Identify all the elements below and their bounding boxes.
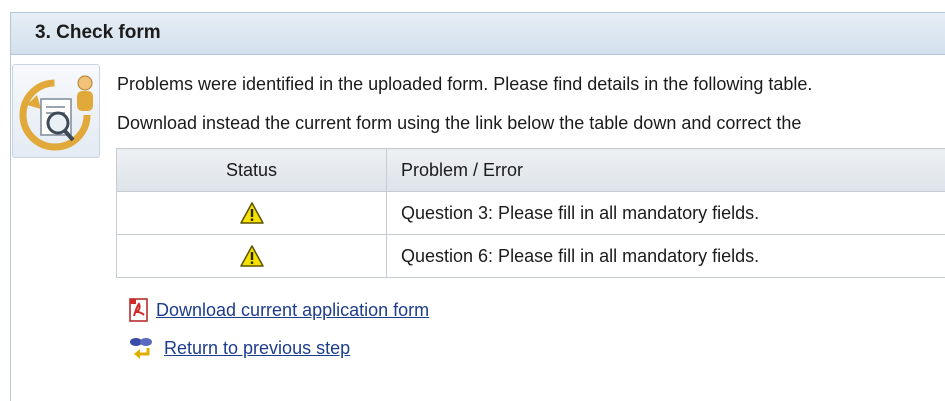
pdf-icon (129, 298, 148, 322)
problems-table: Status Problem / Error Question 3: Pleas… (116, 148, 945, 278)
table-row[interactable]: Question 6: Please fill in all mandatory… (116, 234, 945, 278)
problem-cell: Question 6: Please fill in all mandatory… (386, 234, 945, 278)
panel-title: 3. Check form (11, 13, 945, 55)
message-line-1: Problems were identified in the uploaded… (117, 74, 813, 94)
message-area: Problems were identified in the uploaded… (117, 60, 935, 150)
column-header-status[interactable]: Status (116, 148, 387, 192)
return-link-row: Return to previous step (128, 336, 350, 360)
column-header-problem[interactable]: Problem / Error (386, 148, 945, 192)
warning-icon (239, 245, 264, 267)
download-form-link[interactable]: Download current application form (156, 300, 429, 321)
table-header-row: Status Problem / Error (116, 148, 945, 192)
warning-icon (239, 202, 264, 224)
status-cell (116, 234, 387, 278)
status-cell (116, 191, 387, 235)
return-step-icon (130, 338, 152, 359)
table-row[interactable]: Question 3: Please fill in all mandatory… (116, 191, 945, 235)
download-link-row: Download current application form (128, 298, 429, 322)
return-previous-step-link[interactable]: Return to previous step (164, 338, 350, 359)
problem-cell: Question 3: Please fill in all mandatory… (386, 191, 945, 235)
message-line-2: Download instead the current form using … (117, 113, 802, 133)
form-check-icon (12, 64, 100, 158)
